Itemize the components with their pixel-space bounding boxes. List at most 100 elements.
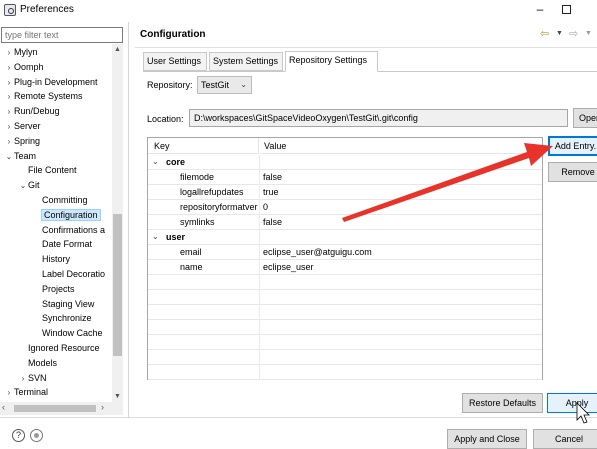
entry-key: name [180, 262, 203, 272]
config-section-row[interactable]: ⌄ core [148, 155, 542, 170]
entry-key: filemode [180, 172, 215, 182]
tree-item[interactable]: Date Format [32, 237, 92, 252]
chevron-right-icon[interactable]: › [4, 60, 14, 75]
tree-item-label: Mylyn [14, 47, 38, 57]
tree-item[interactable]: ⌄ Git [18, 178, 40, 193]
empty-row [148, 305, 542, 320]
tree-item[interactable]: › Plug-in Development [4, 75, 98, 90]
panel-divider[interactable] [128, 22, 129, 417]
back-dropdown-icon[interactable]: ▼ [556, 30, 563, 37]
config-entry-row[interactable]: symlinks false [148, 215, 542, 230]
open-button[interactable]: Open [573, 108, 597, 128]
scroll-up-icon[interactable]: ▲ [112, 46, 123, 56]
tree-item[interactable]: History [32, 252, 70, 267]
apply-button[interactable]: Apply [547, 393, 597, 413]
tree-item[interactable]: › Run/Debug [4, 104, 60, 119]
tree-item-label: Label Decoratio [42, 269, 106, 279]
entry-key: symlinks [180, 217, 215, 227]
config-entry-row[interactable]: repositoryformatversion 0 [148, 200, 542, 215]
empty-row [148, 350, 542, 365]
tree-item[interactable]: Confirmations a [32, 223, 105, 238]
empty-row [148, 320, 542, 335]
column-header-value[interactable]: Value [260, 138, 542, 154]
section-name: user [166, 232, 186, 242]
chevron-right-icon[interactable]: › [4, 45, 14, 60]
chevron-down-icon[interactable]: ⌄ [4, 149, 14, 164]
tree-item[interactable]: › Spring [4, 134, 40, 149]
chevron-down-icon: ⌄ [240, 80, 247, 89]
remove-button[interactable]: Remove [548, 162, 597, 182]
location-field[interactable]: D:\workspaces\GitSpaceVideoOxygen\TestGi… [189, 109, 568, 127]
tree-item[interactable]: Label Decoratio [32, 267, 105, 282]
tree-item[interactable]: › SVN [18, 371, 47, 386]
config-entry-row[interactable]: email eclipse_user@atguigu.com [148, 245, 542, 260]
tree-item-label: Staging View [42, 298, 95, 309]
config-entry-row[interactable]: filemode false [148, 170, 542, 185]
tree-item[interactable]: Synchronize [32, 311, 92, 326]
config-entry-row[interactable]: logallrefupdates true [148, 185, 542, 200]
tab-repository-settings[interactable]: Repository Settings [285, 51, 378, 72]
tree-item[interactable]: Committing [32, 193, 88, 208]
back-arrow-icon[interactable]: ⇦ [540, 27, 549, 40]
tree-item-label: Committing [42, 195, 88, 205]
tree-item-label: Spring [14, 135, 41, 146]
empty-row [148, 290, 542, 305]
restore-defaults-button[interactable]: Restore Defaults [462, 393, 543, 413]
entry-key: logallrefupdates [180, 187, 244, 197]
tree-item[interactable]: › Server [4, 119, 41, 134]
chevron-right-icon[interactable]: › [4, 134, 14, 149]
tree-item-label: Window Cache [42, 328, 103, 339]
tree-item[interactable]: File Content [18, 163, 77, 178]
tree-item-label: Server [14, 121, 41, 131]
column-header-key[interactable]: Key [148, 138, 259, 154]
repository-select[interactable]: TestGit ⌄ [197, 76, 252, 94]
config-section-row[interactable]: ⌄ user [148, 230, 542, 245]
forward-dropdown-icon[interactable]: ▼ [585, 30, 592, 37]
apply-and-close-button[interactable]: Apply and Close [447, 429, 527, 449]
filter-input[interactable] [1, 27, 123, 43]
record-icon[interactable] [30, 429, 43, 442]
tree-item-label: Run/Debug [14, 106, 60, 117]
chevron-right-icon[interactable]: › [4, 75, 14, 90]
tree-hscroll-thumb[interactable] [14, 405, 96, 412]
tree-item[interactable]: Ignored Resource [18, 341, 100, 356]
tree-item[interactable]: Staging View [32, 297, 94, 312]
forward-arrow-icon[interactable]: ⇨ [569, 27, 578, 40]
chevron-right-icon[interactable]: › [4, 385, 14, 396]
scroll-left-icon[interactable]: ‹ [2, 402, 5, 412]
chevron-right-icon[interactable]: › [18, 371, 28, 386]
scroll-right-icon[interactable]: › [101, 402, 104, 412]
cancel-button[interactable]: Cancel [533, 429, 597, 449]
config-entry-row[interactable]: name eclipse_user [148, 260, 542, 275]
tree-item[interactable]: › Remote Systems [4, 89, 83, 104]
chevron-right-icon[interactable]: › [4, 89, 14, 104]
tab-user-settings[interactable]: User Settings [143, 52, 207, 71]
chevron-down-icon[interactable]: ⌄ [152, 232, 159, 241]
help-icon[interactable]: ? [12, 429, 25, 442]
tree-item[interactable]: Configuration [32, 208, 101, 223]
tree-item[interactable]: › Terminal [4, 385, 48, 396]
chevron-right-icon[interactable]: › [4, 119, 14, 134]
empty-row [148, 335, 542, 350]
tree-item-label: Terminal [14, 387, 49, 396]
minimize-icon[interactable]: – [530, 1, 550, 19]
tree-item[interactable]: Models [18, 356, 57, 371]
tree-item-label: Synchronize [42, 313, 92, 324]
page-title: Configuration [140, 29, 206, 40]
tree-item[interactable]: Window Cache [32, 326, 103, 341]
tree-item[interactable]: › Oomph [4, 60, 44, 75]
tree-item-label: Oomph [14, 61, 44, 72]
repository-label: Repository: [147, 80, 193, 90]
add-entry-button[interactable]: Add Entry... [548, 136, 597, 156]
chevron-down-icon[interactable]: ⌄ [152, 157, 159, 166]
tree-item[interactable]: › Mylyn [4, 45, 38, 60]
tree-item[interactable]: ⌄ Team [4, 149, 36, 164]
tab-system-settings[interactable]: System Settings [209, 52, 283, 71]
tree-scroll-thumb[interactable] [113, 214, 122, 356]
preferences-tree: › Mylyn › Oomph › Plug-in Development › Remote … [0, 44, 112, 396]
chevron-down-icon[interactable]: ⌄ [18, 178, 28, 193]
tree-item[interactable]: Projects [32, 282, 75, 297]
maximize-icon[interactable] [562, 5, 571, 14]
window-title: Preferences [20, 4, 74, 15]
chevron-right-icon[interactable]: › [4, 104, 14, 119]
